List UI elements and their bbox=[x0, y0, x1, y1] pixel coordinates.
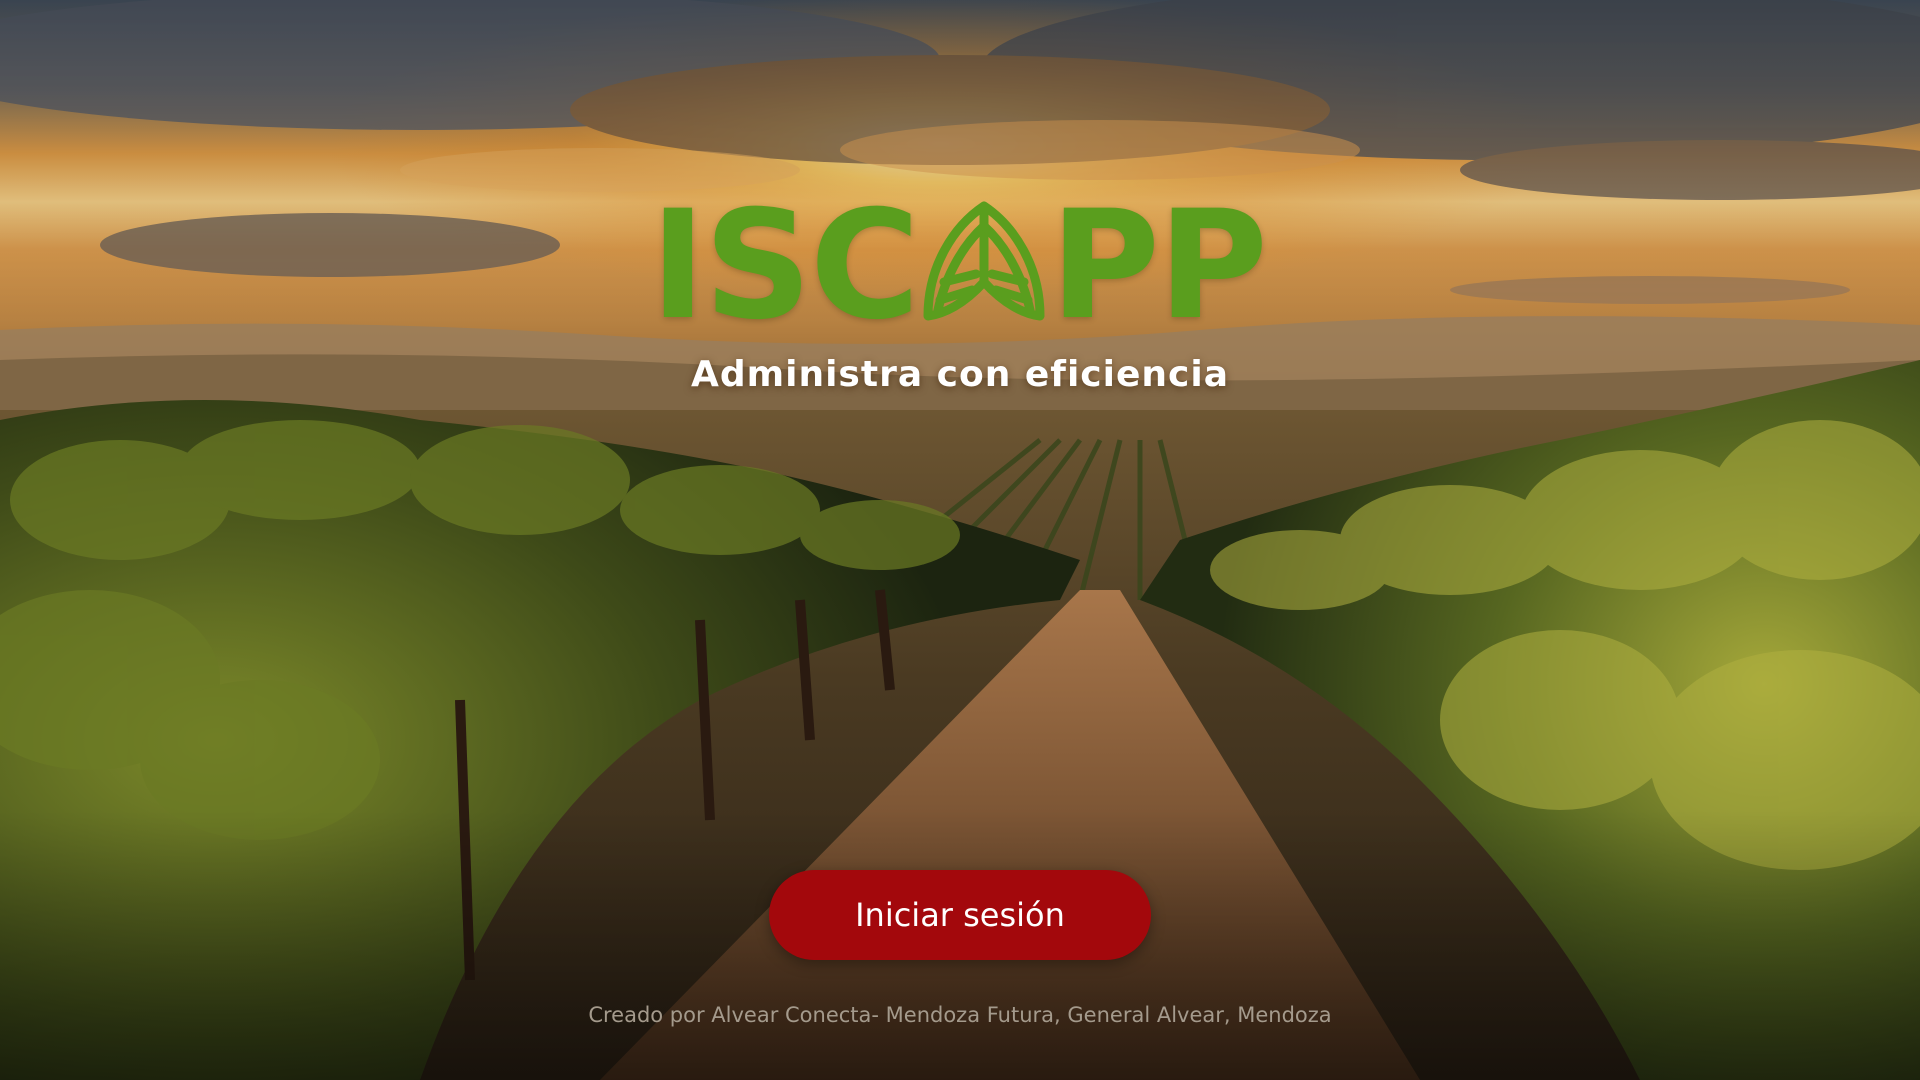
login-screen: ISC PP Administra con eficiencia Iniciar… bbox=[0, 0, 1920, 1080]
logo-text-right: PP bbox=[1050, 179, 1268, 353]
app-logo: ISC PP bbox=[648, 191, 1268, 341]
tagline: Administra con eficiencia bbox=[690, 354, 1230, 395]
logo-text-left: ISC bbox=[650, 179, 920, 353]
login-button[interactable]: Iniciar sesión bbox=[769, 870, 1151, 960]
leaf-logo-icon bbox=[914, 196, 1054, 336]
footer-credit: Creado por Alvear Conecta- Mendoza Futur… bbox=[588, 1003, 1332, 1027]
